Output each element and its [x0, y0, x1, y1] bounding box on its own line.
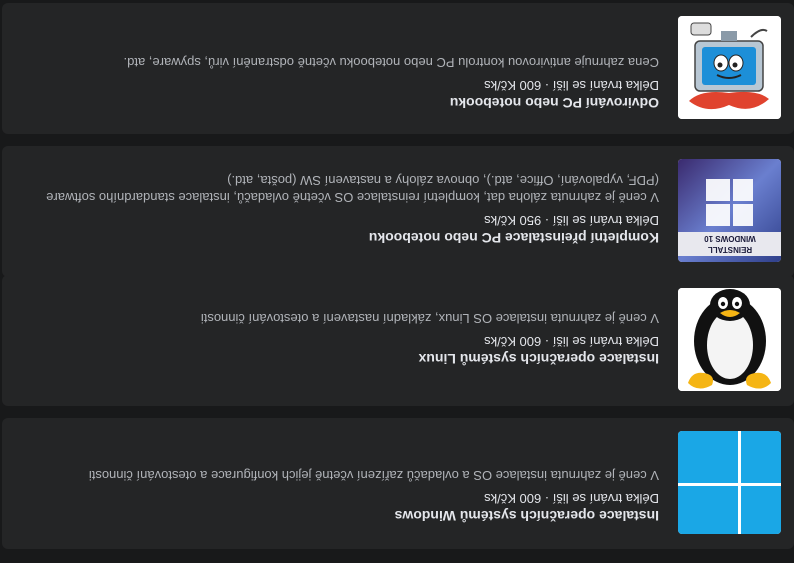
service-title[interactable]: Kompletní přeinstalace PC nebo notebooku [16, 229, 659, 247]
service-image [678, 431, 781, 534]
service-meta: Délka trvání se liší · 950 Kč/ks [484, 213, 659, 228]
windows-10-reinstall-icon: REINSTALL WINDOWS 10 [678, 159, 781, 262]
infected-computer-icon [678, 16, 781, 119]
service-card-reinstall[interactable]: REINSTALL WINDOWS 10 Kompletní přeinstal… [2, 146, 794, 277]
service-meta: Délka trvání se liší · 600 Kč/ks [484, 491, 659, 506]
service-text: Odvirování PC nebo notebooku Délka trván… [16, 54, 660, 112]
service-description: V ceně je zahrnuta instalace OS Linux, z… [200, 311, 659, 326]
service-description: V ceně je zahrnuta instalace OS a ovlada… [88, 468, 659, 483]
image-caption-line2: WINDOWS 10 [704, 234, 756, 243]
linux-penguin-icon [678, 288, 781, 391]
image-caption-line1: REINSTALL [708, 245, 752, 254]
windows-logo-icon [678, 431, 781, 534]
service-meta: Délka trvání se liší · 600 Kč/ks [484, 334, 659, 349]
page-rotated: Instalace operačních systémů Windows Dél… [0, 0, 794, 563]
service-title[interactable]: Instalace operačních systémů Windows [16, 507, 659, 525]
service-card-virus-removal[interactable]: Odvirování PC nebo notebooku Délka trván… [2, 3, 794, 134]
service-text: Instalace operačních systémů Windows Dél… [16, 467, 659, 525]
service-card-linux[interactable]: Instalace operačních systémů Linux Délka… [2, 275, 794, 406]
service-description: V ceně je zahrnuta záloha dat, kompletní… [46, 173, 659, 205]
service-text: Instalace operačních systémů Linux Délka… [16, 310, 659, 368]
service-image: REINSTALL WINDOWS 10 [678, 159, 781, 262]
service-text: Kompletní přeinstalace PC nebo notebooku… [16, 172, 659, 247]
service-description: Cena zahrnuje antivirovou kontrolu PC ne… [123, 55, 660, 70]
service-title[interactable]: Odvirování PC nebo notebooku [16, 94, 659, 112]
service-title[interactable]: Instalace operačních systémů Linux [16, 350, 659, 368]
service-card-windows[interactable]: Instalace operačních systémů Windows Dél… [2, 418, 794, 549]
service-image [678, 16, 781, 119]
service-meta: Délka trvání se liší · 600 Kč/ks [484, 78, 659, 93]
service-image [678, 288, 781, 391]
